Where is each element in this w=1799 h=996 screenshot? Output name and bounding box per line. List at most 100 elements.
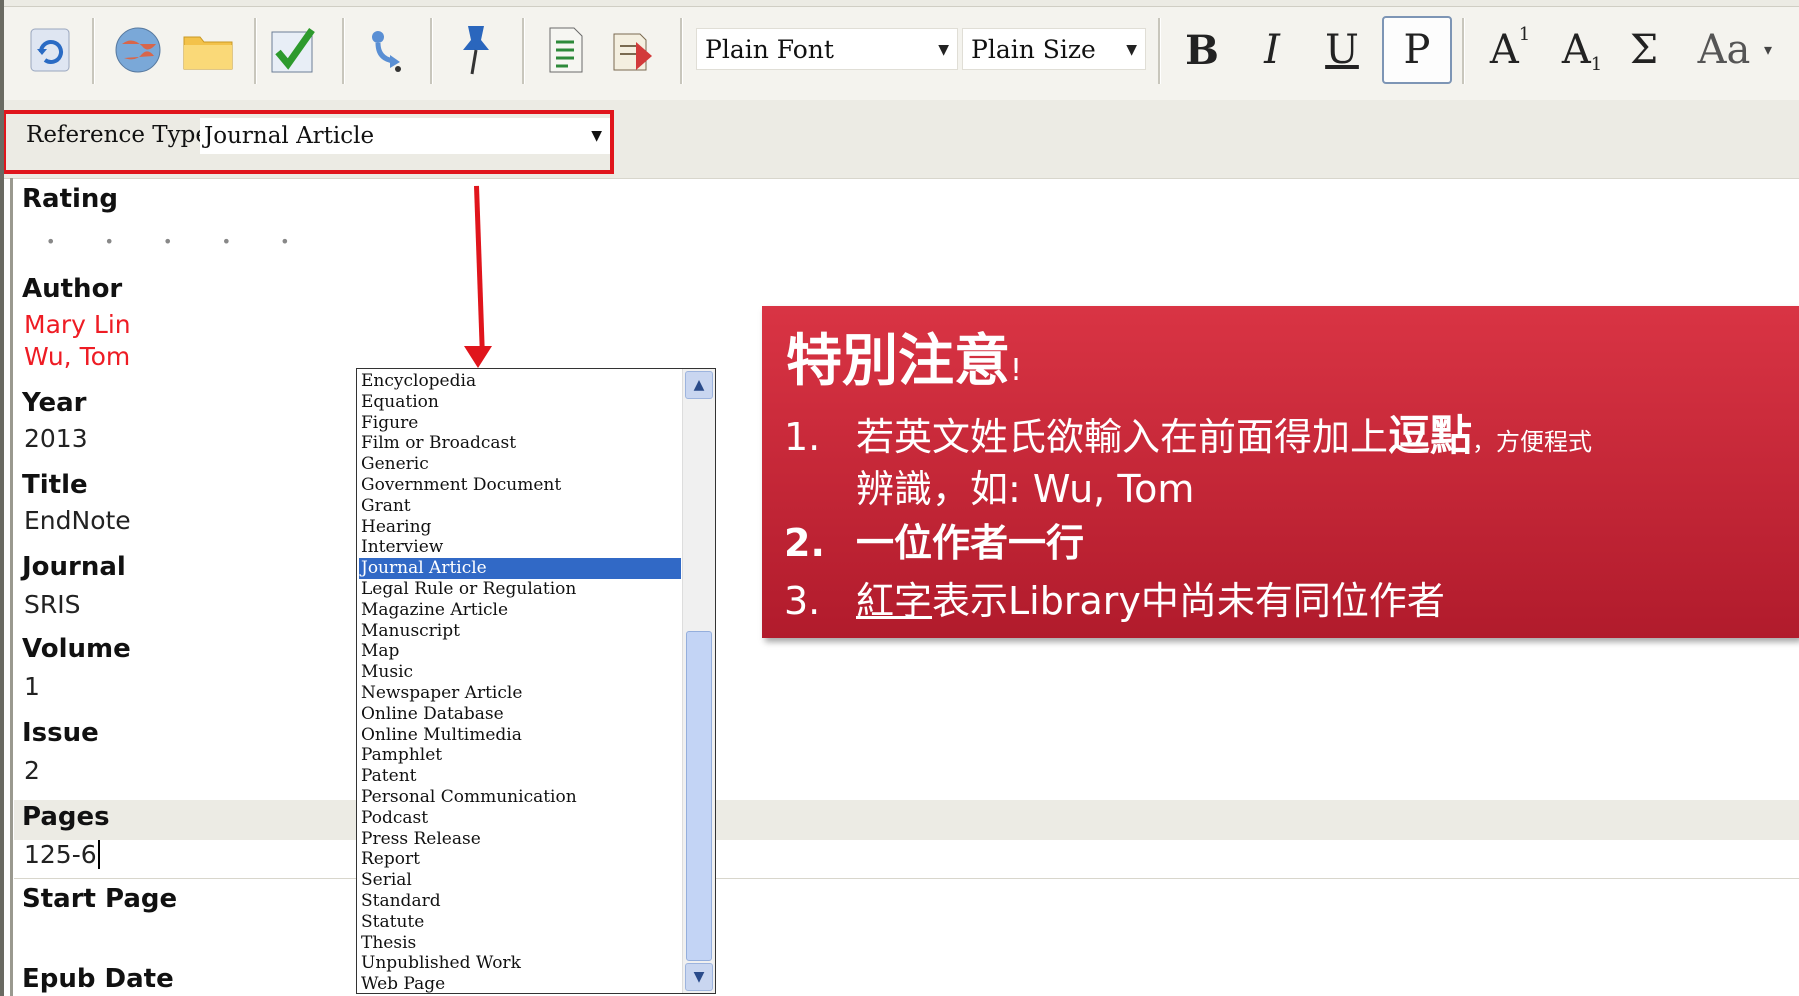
underline-button[interactable]: U [1310,16,1374,84]
pages-value: 125-6 [24,840,97,869]
title-value[interactable]: EndNote [24,506,131,535]
dropdown-item[interactable]: Hearing [359,517,681,538]
subscript-base: A [1561,27,1591,73]
journal-label: Journal [22,552,126,582]
callout-item-2: 2. 一位作者一行 [784,512,1084,567]
size-select[interactable]: Plain Size ▼ [962,28,1146,70]
folder-icon[interactable] [180,20,236,80]
window-left-edge [0,0,4,996]
callout-title-bang: ! [1010,353,1023,388]
item-underlined-text: 紅字 [856,579,933,623]
document-icon[interactable] [538,20,594,80]
start-page-label: Start Page [22,884,178,914]
plain-button[interactable]: P [1382,16,1452,84]
pages-label: Pages [22,802,110,832]
callout-title: 特別注意! [786,316,1022,397]
text-cursor: ​ [97,840,100,869]
subscript-button[interactable]: A1 [1550,16,1614,84]
dropdown-item[interactable]: Patent [359,766,681,787]
annotation-arrow [474,185,485,356]
dropdown-item[interactable]: Map [359,641,681,662]
panel-left-border [10,178,13,996]
chevron-down-icon[interactable]: ▼ [1126,29,1137,71]
dropdown-item[interactable]: Web Page [359,974,681,993]
item-emphasis: 逗點 [1388,411,1473,460]
font-select[interactable]: Plain Font ▼ [696,28,958,70]
dropdown-item-selected[interactable]: Journal Article [359,558,681,580]
toolbar-separator [680,18,683,84]
dropdown-item[interactable]: Interview [359,537,681,558]
rating-label: Rating [22,184,119,214]
superscript-button[interactable]: A1 [1478,16,1542,84]
author-entry[interactable]: Mary Lin [24,310,131,339]
dropdown-item[interactable]: Online Database [359,704,681,725]
symbol-button[interactable]: Σ [1612,16,1676,84]
dropdown-item[interactable]: Legal Rule or Regulation [359,579,681,600]
item-text: ，方便程式 [1472,428,1593,456]
dropdown-item[interactable]: Podcast [359,808,681,829]
toolbar-separator [254,18,257,84]
dropdown-item[interactable]: Equation [359,392,681,413]
year-value[interactable]: 2013 [24,424,88,453]
dropdown-item[interactable]: Music [359,662,681,683]
dropdown-item[interactable]: Online Multimedia [359,725,681,746]
scroll-down-icon[interactable]: ▼ [685,963,713,991]
dropdown-item[interactable]: Personal Communication [359,787,681,808]
dropdown-item[interactable]: Thesis [359,933,681,954]
callout-item-1-line2: 辨識，如: Wu, Tom [856,467,1195,511]
epub-date-label: Epub Date [22,964,174,994]
dropdown-item[interactable]: Report [359,849,681,870]
volume-value[interactable]: 1 [24,672,40,701]
change-case-button[interactable]: Aa [1684,16,1764,84]
item-number: 3. [784,579,821,623]
dropdown-item[interactable]: Standard [359,891,681,912]
size-select-value: Plain Size [971,35,1096,64]
dropdown-item[interactable]: Manuscript [359,621,681,642]
superscript-mark: 1 [1518,23,1531,45]
pages-input-band[interactable] [14,840,1799,879]
dropdown-item[interactable]: Figure [359,413,681,434]
dropdown-item[interactable]: Generic [359,454,681,475]
scroll-up-icon[interactable]: ▲ [685,371,713,399]
toolbar-separator [92,18,95,84]
checklist-icon[interactable] [266,20,322,80]
issue-label: Issue [22,718,99,748]
dropdown-item[interactable]: Encyclopedia [359,371,681,392]
dropdown-item[interactable]: Newspaper Article [359,683,681,704]
bold-button[interactable]: B [1170,16,1234,84]
toolbar-separator [1158,18,1161,84]
dropdown-item[interactable]: Pamphlet [359,745,681,766]
issue-value[interactable]: 2 [24,756,40,785]
chevron-down-icon[interactable]: ▼ [938,29,949,71]
chevron-down-icon[interactable]: ▾ [1764,40,1772,59]
callout-item-1: 1. 若英文姓氏欲輸入在前面得加上逗點，方便程式 [784,402,1592,463]
italic-button[interactable]: I [1240,16,1304,84]
item-number: 1. [784,415,821,459]
scroll-thumb[interactable] [686,631,712,961]
subscript-mark: 1 [1590,53,1603,75]
pages-input[interactable]: 125-6​ [24,840,100,869]
toolbar-separator [342,18,345,84]
rating-stars[interactable]: • • • • • [46,232,312,251]
reference-type-dropdown[interactable]: Encyclopedia Equation Figure Film or Broadc… [356,368,716,994]
dropdown-item[interactable]: Film or Broadcast [359,433,681,454]
journal-value[interactable]: SRIS [24,590,80,619]
toolbar-top-edge [0,0,1799,7]
dropdown-item[interactable]: Government Document [359,475,681,496]
pin-icon[interactable] [448,20,504,80]
title-label: Title [22,470,88,500]
insert-citation-icon[interactable] [360,20,416,80]
author-entry[interactable]: Wu, Tom [24,342,130,371]
dropdown-item[interactable]: Unpublished Work [359,953,681,974]
dropdown-item[interactable]: Magazine Article [359,600,681,621]
dropdown-item[interactable]: Statute [359,912,681,933]
dropdown-item[interactable]: Grant [359,496,681,517]
export-icon[interactable] [606,20,662,80]
superscript-base: A [1489,27,1519,73]
sync-icon[interactable] [22,20,78,80]
dropdown-item[interactable]: Press Release [359,829,681,850]
item-text: 若英文姓氏欲輸入在前面得加上 [856,415,1389,459]
scrollbar[interactable]: ▲ ▼ [682,369,715,993]
globe-icon[interactable] [110,20,166,80]
dropdown-item[interactable]: Serial [359,870,681,891]
